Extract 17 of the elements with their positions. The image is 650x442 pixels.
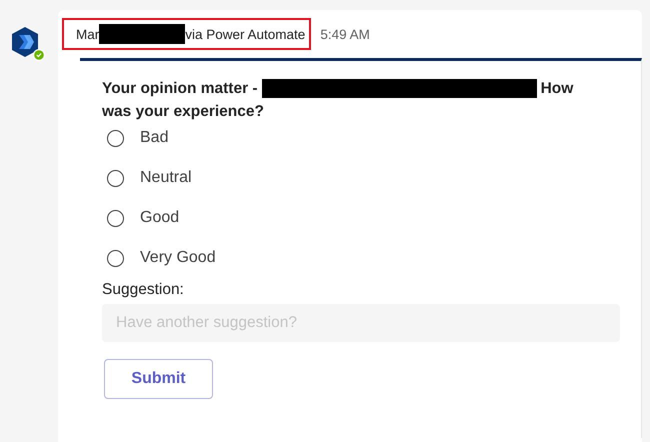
option-label: Bad	[140, 129, 168, 147]
radio-button[interactable]	[107, 130, 124, 146]
radio-button[interactable]	[107, 250, 124, 266]
app-avatar-icon	[10, 26, 46, 62]
option-label: Very Good	[140, 249, 216, 267]
option-label: Good	[140, 209, 180, 227]
submit-button[interactable]: Submit	[104, 359, 213, 399]
sender-name: Mar	[76, 26, 100, 42]
field-label: Suggestion:	[102, 281, 185, 299]
sender-via: via Power Automate	[185, 26, 306, 42]
question-text: How	[540, 79, 574, 99]
option-label: Neutral	[140, 169, 192, 187]
timestamp: 5:49 AM	[320, 26, 370, 42]
radio-button[interactable]	[107, 170, 124, 186]
question-text: was your experience?	[102, 102, 264, 122]
question-text: Your opinion matter -	[102, 79, 258, 99]
radio-button[interactable]	[107, 210, 124, 226]
